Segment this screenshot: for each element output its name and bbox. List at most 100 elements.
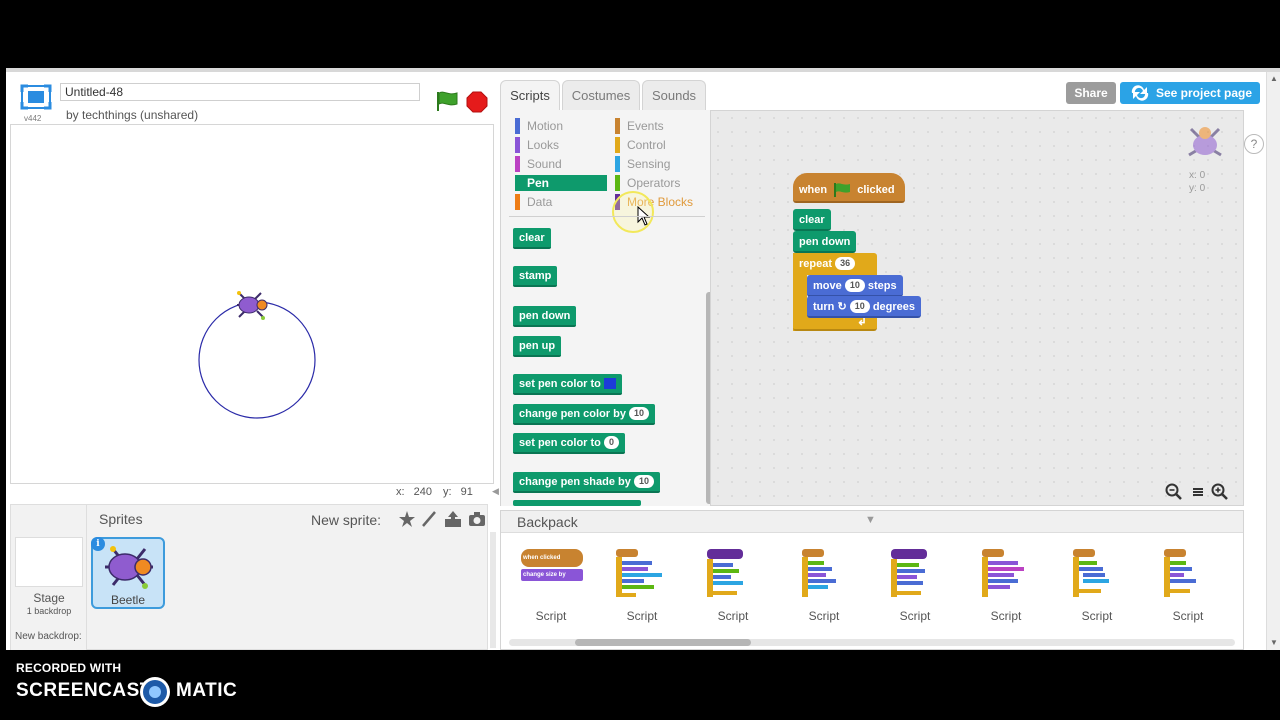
block-palette: Motion Looks Sound Pen Data Events Contr… xyxy=(500,110,712,506)
scroll-down-icon[interactable]: ▼ xyxy=(1270,638,1278,647)
mouse-y-value: 91 xyxy=(460,486,473,498)
palette-block-partial[interactable] xyxy=(513,500,641,506)
backpack-item[interactable]: when clicked change size by Script xyxy=(511,547,591,625)
camera-sprite-icon[interactable] xyxy=(467,509,487,529)
green-flag-icon xyxy=(834,183,851,198)
block-label: change pen color by xyxy=(519,408,626,420)
palette-block-pen-down[interactable]: pen down xyxy=(513,306,577,327)
backpack-item-label: Script xyxy=(626,609,658,623)
sprite-tile-beetle[interactable]: i Beetle xyxy=(91,537,165,609)
backpack-item[interactable]: Script xyxy=(1148,547,1228,625)
backpack-collapse-icon[interactable]: ▼ xyxy=(865,514,876,526)
sprites-title: Sprites xyxy=(99,511,143,527)
stop-sign-icon[interactable] xyxy=(466,91,488,113)
script-block-clear[interactable]: clear xyxy=(793,209,831,231)
project-title-input[interactable] xyxy=(60,83,420,101)
backpack-item[interactable]: Script xyxy=(875,547,955,625)
script-block-move-steps[interactable]: move 10 steps xyxy=(807,275,903,297)
number-input[interactable]: 0 xyxy=(603,435,619,449)
pen-color-swatch[interactable] xyxy=(603,377,616,389)
category-label: Sound xyxy=(527,157,562,171)
choose-sprite-from-library-icon[interactable] xyxy=(397,509,417,529)
help-button[interactable]: ? xyxy=(1244,134,1264,154)
tab-scripts[interactable]: Scripts xyxy=(500,80,560,110)
screencast-label: SCREENCAST xyxy=(16,680,152,701)
sprite-name-label: Beetle xyxy=(110,593,146,607)
palette-block-pen-up[interactable]: pen up xyxy=(513,336,562,357)
palette-divider xyxy=(509,216,705,217)
backpack-item-label: Script xyxy=(899,609,931,623)
tab-sounds[interactable]: Sounds xyxy=(642,80,706,110)
backpack-header[interactable]: Backpack ▼ xyxy=(501,511,1243,533)
backpack-scroll-thumb[interactable] xyxy=(575,639,751,646)
mouse-coordinates: x: 240 y: 91 xyxy=(396,486,473,498)
paint-new-sprite-icon[interactable] xyxy=(419,509,439,529)
number-input[interactable]: 10 xyxy=(844,278,865,292)
category-motion[interactable]: Motion xyxy=(515,118,563,134)
backpack-item[interactable]: Script xyxy=(784,547,864,625)
palette-block-change-pen-color-by[interactable]: change pen color by 10 xyxy=(513,404,656,425)
block-label: move xyxy=(813,280,842,292)
script-thumbnail-icon xyxy=(802,549,836,597)
stage-collapse-arrow-icon[interactable]: ◀ xyxy=(492,486,499,497)
category-events[interactable]: Events xyxy=(615,118,664,134)
block-label: when xyxy=(799,184,828,196)
number-input[interactable]: 10 xyxy=(633,474,654,488)
stage-canvas[interactable] xyxy=(10,124,494,484)
sprite-x-label: x: xyxy=(1189,170,1197,181)
category-sound[interactable]: Sound xyxy=(515,156,562,172)
page-scrollbar[interactable]: ▲ ▼ xyxy=(1266,72,1280,654)
backpack-item[interactable]: Script xyxy=(1057,547,1137,625)
palette-block-set-pen-color-to[interactable]: set pen color to xyxy=(513,374,622,395)
category-pen[interactable]: Pen xyxy=(515,175,607,191)
script-block-turn-degrees[interactable]: turn ↻ 10 degrees xyxy=(807,296,922,318)
block-label: clicked xyxy=(857,184,895,196)
number-input[interactable]: 10 xyxy=(849,299,870,313)
recorded-with-label: RECORDED WITH xyxy=(16,661,122,675)
new-sprite-label: New sprite: xyxy=(311,512,382,528)
scroll-up-icon[interactable]: ▲ xyxy=(1270,74,1278,83)
stage-thumbnail[interactable] xyxy=(15,537,83,587)
screencast-logo-icon xyxy=(140,677,170,707)
tab-costumes[interactable]: Costumes xyxy=(562,80,640,110)
backpack-item[interactable]: Script xyxy=(693,547,773,625)
palette-block-change-pen-shade-by[interactable]: change pen shade by 10 xyxy=(513,472,660,493)
category-data[interactable]: Data xyxy=(515,194,552,210)
sprite-y-value: 0 xyxy=(1199,183,1206,194)
zoom-reset-icon[interactable] xyxy=(1189,483,1207,501)
category-swatch xyxy=(515,156,520,172)
upload-sprite-icon[interactable] xyxy=(443,509,463,529)
green-flag-icon[interactable] xyxy=(434,90,460,112)
script-thumbnail-icon xyxy=(891,549,927,597)
block-label: repeat xyxy=(799,258,833,270)
presentation-mode-icon[interactable] xyxy=(20,84,52,110)
block-label: set pen color to xyxy=(519,437,601,449)
palette-block-clear[interactable]: clear xyxy=(513,228,551,249)
palette-block-stamp[interactable]: stamp xyxy=(513,266,558,287)
category-label: Motion xyxy=(527,119,564,133)
block-label: degrees xyxy=(872,301,916,313)
backpack-item[interactable]: Script xyxy=(602,547,682,625)
category-control[interactable]: Control xyxy=(615,137,666,153)
number-input[interactable]: 10 xyxy=(629,406,650,420)
category-looks[interactable]: Looks xyxy=(515,137,559,153)
block-label: change pen shade by xyxy=(519,476,631,488)
backpack-item[interactable]: Script xyxy=(966,547,1046,625)
category-sensing[interactable]: Sensing xyxy=(615,156,670,172)
script-block-pen-down[interactable]: pen down xyxy=(793,231,857,253)
scripts-area[interactable]: x: 0 y: 0 when clicked clear pen down re… xyxy=(710,110,1244,506)
number-input[interactable]: 36 xyxy=(835,256,856,270)
see-project-page-button[interactable]: See project page xyxy=(1120,82,1260,104)
zoom-in-icon[interactable] xyxy=(1211,483,1229,501)
backpack-scrollbar[interactable] xyxy=(509,639,1235,646)
version-label: v442 xyxy=(24,114,42,123)
sprites-scrollbar[interactable] xyxy=(490,532,496,648)
zoom-out-icon[interactable] xyxy=(1165,483,1183,501)
matic-label: MATIC xyxy=(176,680,238,701)
category-label: Sensing xyxy=(627,157,671,171)
script-block-when-flag-clicked[interactable]: when clicked xyxy=(793,173,905,203)
share-button[interactable]: Share xyxy=(1066,82,1116,104)
palette-block-set-pen-color-to-number[interactable]: set pen color to 0 xyxy=(513,433,625,454)
stage-label: Stage xyxy=(33,591,65,605)
top-black-bar xyxy=(0,0,1280,68)
